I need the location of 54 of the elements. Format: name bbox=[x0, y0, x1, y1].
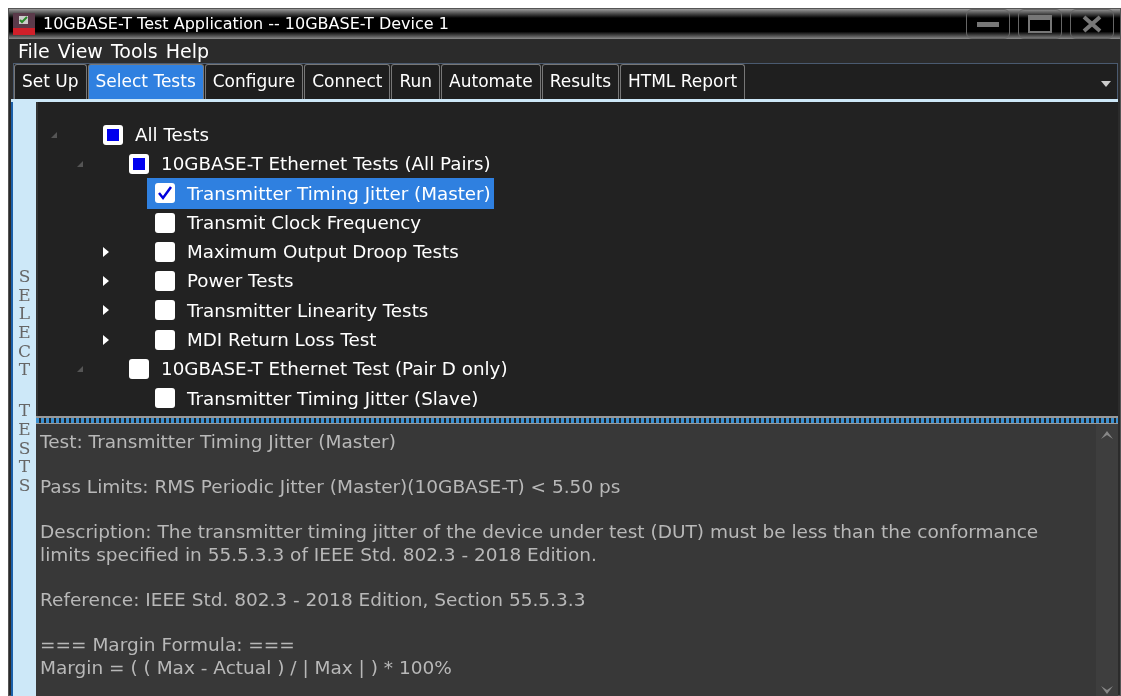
tree-item-label[interactable]: 10GBASE-T Ethernet Tests (All Pairs) bbox=[161, 150, 491, 178]
dropdown-icon[interactable] bbox=[1101, 81, 1111, 87]
checkbox[interactable] bbox=[155, 271, 175, 292]
tree-item-label[interactable]: MDI Return Loss Test bbox=[187, 326, 377, 354]
scroll-down-icon[interactable] bbox=[1101, 686, 1113, 695]
maximize-icon bbox=[1028, 15, 1052, 33]
expand-icon[interactable] bbox=[103, 276, 109, 287]
tab[interactable]: Automate bbox=[441, 63, 541, 99]
menu-item[interactable]: Tools bbox=[110, 39, 158, 63]
tab[interactable]: Run bbox=[391, 63, 441, 99]
menu-item[interactable]: Help bbox=[165, 39, 210, 63]
detail-paragraph: Pass Limits: RMS Periodic Jitter (Master)(10GBASE-T) < 5.50 ps bbox=[40, 475, 622, 498]
checkbox[interactable] bbox=[155, 300, 175, 321]
checkbox[interactable] bbox=[155, 183, 175, 204]
tab[interactable]: Set Up bbox=[14, 63, 87, 99]
detail-paragraph: Test: Transmitter Timing Jitter (Master) bbox=[40, 430, 397, 453]
detail-paragraph: Reference: IEEE Std. 802.3 - 2018 Edition, Section 55.5.3.3 bbox=[40, 588, 587, 611]
minimize-button[interactable] bbox=[966, 9, 1010, 39]
app-icon bbox=[13, 13, 35, 35]
checkbox[interactable] bbox=[155, 241, 175, 262]
window-title: 10GBASE-T Test Application -- 10GBASE-T Device 1 bbox=[43, 13, 450, 35]
tab[interactable]: Select Tests bbox=[87, 63, 204, 99]
scroll-up-icon[interactable] bbox=[1101, 430, 1113, 439]
menu-item[interactable]: File bbox=[18, 39, 50, 63]
tree-item-label[interactable]: 10GBASE-T Ethernet Test (Pair D only) bbox=[161, 355, 508, 383]
tab[interactable]: HTML Report bbox=[620, 63, 746, 99]
close-button[interactable] bbox=[1070, 9, 1114, 39]
maximize-button[interactable] bbox=[1018, 9, 1062, 39]
side-label: TESTS bbox=[17, 401, 32, 495]
side-label: SELECT bbox=[17, 267, 32, 380]
tree-item-label[interactable]: Transmitter Timing Jitter (Slave) bbox=[187, 384, 479, 413]
expand-icon[interactable] bbox=[103, 246, 109, 257]
checkbox[interactable] bbox=[155, 212, 175, 233]
tree-item-label[interactable]: Transmitter Linearity Tests bbox=[187, 296, 429, 325]
tree-item-label: Transmitter Timing Jitter (Master) bbox=[187, 181, 491, 206]
checkbox[interactable] bbox=[155, 388, 175, 409]
selected-tree-row[interactable]: Transmitter Timing Jitter (Master) bbox=[147, 177, 494, 209]
splitter[interactable] bbox=[36, 416, 1118, 424]
checkbox[interactable] bbox=[129, 359, 149, 380]
detail-paragraph: Description: The transmitter timing jitter of the device under test (DUT) must be less than the conformance limits specified in 55.5.3.3 of IEEE Std. 802.3 - 2018 Edition. bbox=[40, 520, 1040, 566]
tree-item-label[interactable]: Maximum Output Droop Tests bbox=[187, 238, 459, 266]
expand-icon[interactable] bbox=[103, 305, 109, 316]
minimize-icon bbox=[977, 21, 999, 27]
close-icon bbox=[1081, 15, 1103, 33]
checkbox[interactable] bbox=[155, 329, 175, 350]
tree-item-label[interactable]: All Tests bbox=[135, 120, 209, 149]
tab[interactable]: Configure bbox=[204, 63, 304, 99]
detail-paragraph: === Margin Formula: === Margin = ( ( Max - Actual ) / | Max | ) * 100% bbox=[40, 633, 453, 679]
tab[interactable]: Connect bbox=[304, 63, 391, 99]
menu-item[interactable]: View bbox=[57, 39, 103, 63]
expand-icon[interactable] bbox=[103, 334, 109, 345]
tree-item-label[interactable]: Transmit Clock Frequency bbox=[187, 208, 422, 237]
tree-item-label[interactable]: Power Tests bbox=[187, 267, 294, 295]
tab[interactable]: Results bbox=[541, 63, 620, 99]
